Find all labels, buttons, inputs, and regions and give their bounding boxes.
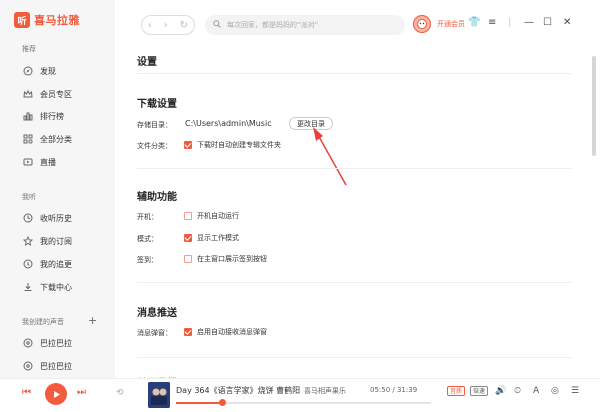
annotation-arrow bbox=[313, 127, 347, 186]
checkbox-checked[interactable] bbox=[184, 234, 192, 242]
play-time: 05:50 / 31:39 bbox=[370, 386, 418, 394]
track-cover[interactable] bbox=[148, 382, 170, 408]
mode-label: 模式： bbox=[137, 235, 158, 243]
checkin-label: 签到： bbox=[137, 256, 158, 264]
album-name[interactable]: 喜马相声果乐 bbox=[304, 386, 346, 396]
progress-handle[interactable] bbox=[219, 399, 226, 406]
font-size-icon[interactable]: A bbox=[533, 386, 539, 396]
checkbox-label: 在主窗口展示签到按钮 bbox=[197, 255, 267, 263]
section-title-assist: 辅助功能 bbox=[137, 192, 177, 203]
checkbox-unchecked[interactable] bbox=[184, 255, 192, 263]
timer-icon[interactable]: ⏲ bbox=[514, 386, 521, 396]
next-icon[interactable]: ⏭ bbox=[77, 387, 86, 398]
startup-label: 开机： bbox=[137, 213, 158, 221]
lyrics-icon[interactable]: ◎ bbox=[551, 386, 559, 396]
auto-start-checkbox[interactable]: 开机自动运行 bbox=[184, 211, 239, 221]
progress-fill bbox=[176, 402, 222, 404]
popup-label: 消息弹窗： bbox=[137, 329, 172, 337]
play-button[interactable] bbox=[45, 383, 67, 405]
scrollbar[interactable] bbox=[592, 56, 596, 156]
checkbox-unchecked[interactable] bbox=[184, 212, 192, 220]
playlist-icon[interactable]: ☰ bbox=[571, 386, 579, 396]
track-title[interactable]: Day 364《语言学家》烧饼 曹鹤阳 bbox=[176, 385, 300, 396]
checkbox-checked[interactable] bbox=[184, 328, 192, 336]
checkbox-label: 开机自动运行 bbox=[197, 212, 239, 220]
divider bbox=[137, 168, 572, 169]
checkin-checkbox[interactable]: 在主窗口展示签到按钮 bbox=[184, 254, 267, 264]
checkbox-label: 显示工作模式 bbox=[197, 234, 239, 242]
speed-badge[interactable]: 倍速 bbox=[470, 386, 489, 396]
work-mode-checkbox[interactable]: 显示工作模式 bbox=[184, 233, 239, 243]
section-title-push: 消息推送 bbox=[137, 308, 177, 319]
divider bbox=[137, 282, 572, 283]
message-popup-checkbox[interactable]: 启用自动接收消息弹窗 bbox=[184, 327, 267, 337]
divider bbox=[137, 357, 572, 358]
checkbox-label: 启用自动接收消息弹窗 bbox=[197, 328, 267, 336]
play-icon bbox=[53, 390, 60, 398]
playlist-mode-icon[interactable]: ⟲ bbox=[116, 388, 124, 398]
quality-badge[interactable]: 音质 bbox=[447, 386, 466, 396]
previous-icon[interactable]: ⏮ bbox=[22, 387, 31, 398]
volume-icon[interactable]: 🔊 bbox=[495, 386, 506, 396]
